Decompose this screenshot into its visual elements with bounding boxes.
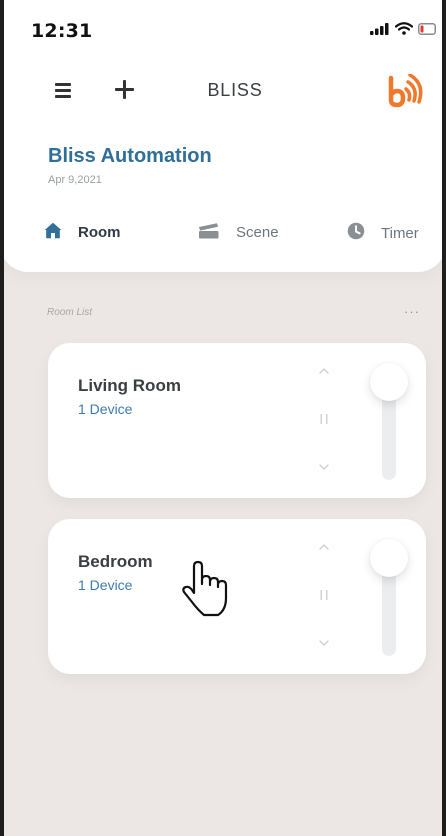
- tab-room[interactable]: Room: [44, 222, 121, 243]
- tab-timer[interactable]: Timer: [347, 222, 419, 244]
- menu-button[interactable]: [55, 79, 79, 101]
- room-device-count[interactable]: 1 Device: [78, 577, 132, 593]
- tab-scene-label: Scene: [236, 224, 279, 241]
- room-list-label: Room List: [47, 307, 93, 318]
- pause-icon[interactable]: [316, 411, 332, 427]
- phone-bezel-left: [0, 0, 4, 836]
- menu-icon: [55, 83, 71, 86]
- room-card-living-room[interactable]: Living Room 1 Device: [48, 343, 426, 498]
- home-name: Bliss Automation: [48, 145, 212, 167]
- status-icons: [370, 22, 438, 40]
- chevron-down-icon[interactable]: [316, 635, 332, 651]
- tab-timer-label: Timer: [381, 224, 419, 242]
- tab-room-label: Room: [78, 224, 121, 241]
- home-icon: [44, 222, 62, 243]
- status-time: 12:31: [31, 20, 93, 42]
- room-device-count[interactable]: 1 Device: [78, 401, 132, 417]
- clock-icon: [347, 222, 365, 244]
- position-slider-track[interactable]: [382, 388, 396, 480]
- add-button[interactable]: [112, 77, 136, 101]
- position-slider-handle[interactable]: [370, 539, 408, 577]
- header-card: 12:31 BLISS Bliss Automation Apr 9,2021 …: [0, 0, 446, 272]
- chevron-up-icon[interactable]: [316, 363, 332, 379]
- bliss-logo-icon[interactable]: [386, 73, 424, 108]
- signal-icon: [370, 22, 390, 40]
- position-slider-track[interactable]: [382, 564, 396, 656]
- position-slider-handle[interactable]: [370, 363, 408, 401]
- chevron-up-icon[interactable]: [316, 539, 332, 555]
- room-name: Living Room: [78, 376, 181, 395]
- home-date: Apr 9,2021: [48, 174, 102, 186]
- room-card-bedroom[interactable]: Bedroom 1 Device: [48, 519, 426, 674]
- hand-pointer-icon: [180, 560, 234, 620]
- battery-icon: [418, 22, 438, 40]
- wifi-icon: [394, 22, 414, 40]
- room-name: Bedroom: [78, 552, 153, 571]
- app-title: BLISS: [207, 80, 263, 100]
- scene-icon: [198, 222, 220, 243]
- phone-bezel-right: [442, 0, 446, 836]
- pause-icon[interactable]: [316, 587, 332, 603]
- chevron-down-icon[interactable]: [316, 459, 332, 475]
- tab-scene[interactable]: Scene: [198, 222, 279, 243]
- more-options-button[interactable]: ···: [404, 304, 420, 319]
